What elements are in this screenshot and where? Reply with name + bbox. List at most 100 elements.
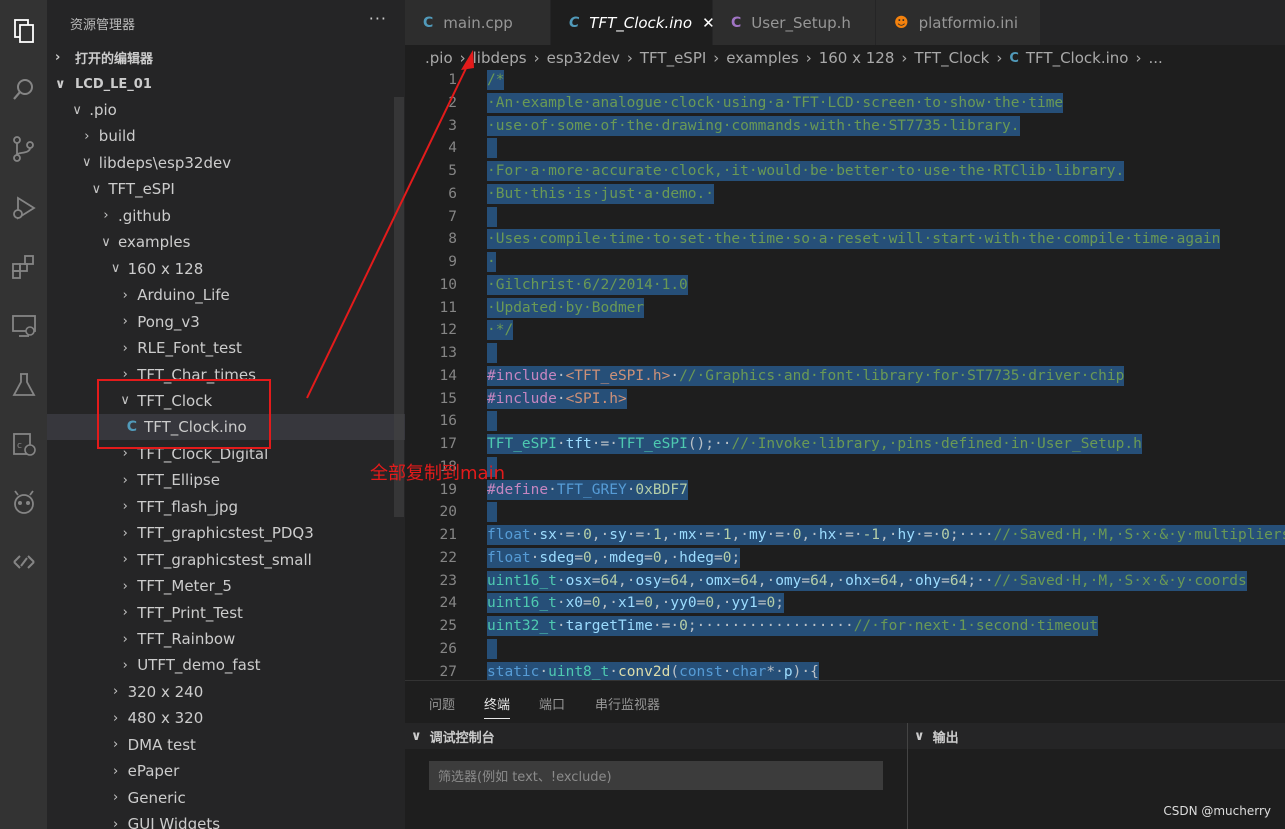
chevron-right-icon: › bbox=[122, 287, 128, 303]
line-number: 6 bbox=[448, 185, 457, 202]
search-icon[interactable] bbox=[0, 65, 47, 115]
tree-folder-item[interactable]: ∨ libdeps\esp32dev bbox=[47, 150, 405, 176]
cpp-file-icon: C bbox=[126, 419, 138, 436]
code-line: #include·<SPI.h> bbox=[487, 388, 627, 409]
line-number: 20 bbox=[439, 504, 457, 521]
tab-user-setup-h[interactable]: C User_Setup.h bbox=[713, 0, 875, 45]
tree-folder-item[interactable]: › TFT_Rainbow bbox=[47, 626, 405, 652]
more-actions-icon[interactable]: ··· bbox=[369, 9, 387, 28]
breadcrumb-item[interactable]: libdeps bbox=[473, 49, 527, 67]
chevron-down-icon: ∨ bbox=[101, 234, 111, 250]
tree-folder-item[interactable]: › TFT_Print_Test bbox=[47, 600, 405, 626]
cpp-map-icon[interactable]: c bbox=[0, 419, 47, 469]
tree-item-label: TFT_eSPI bbox=[108, 180, 175, 199]
tree-folder-item[interactable]: › build bbox=[47, 123, 405, 149]
tree-folder-item[interactable]: ∨ 160 x 128 bbox=[47, 256, 405, 282]
code-line: float·sx·=·0,·sy·=·1,·mx·=·1,·my·=·0,·hx… bbox=[487, 525, 1285, 545]
tree-folder-item[interactable]: ∨ TFT_eSPI bbox=[47, 176, 405, 202]
tree-folder-item[interactable]: › Pong_v3 bbox=[47, 309, 405, 335]
panel-divider[interactable] bbox=[907, 723, 908, 829]
output-header[interactable]: ∨ 输出 bbox=[908, 723, 1285, 749]
code-line: /* bbox=[487, 70, 505, 90]
tree-folder-item[interactable]: › TFT_Clock_Digital bbox=[47, 441, 405, 467]
tree-folder-item[interactable]: › .github bbox=[47, 203, 405, 229]
tab-tft-clock-ino[interactable]: C TFT_Clock.ino ✕ bbox=[551, 0, 715, 45]
tree-folder-item[interactable]: › GUI Widgets bbox=[47, 811, 405, 829]
filter-input[interactable]: 筛选器(例如 text、!exclude) bbox=[429, 761, 883, 790]
tree-folder-item[interactable]: ∨ examples bbox=[47, 229, 405, 255]
tree-item-label: TFT_graphicstest_PDQ3 bbox=[137, 524, 314, 543]
open-editors-section[interactable]: › 打开的编辑器 bbox=[47, 44, 405, 70]
breadcrumb-item[interactable]: examples bbox=[726, 49, 798, 67]
tree-folder-item[interactable]: › TFT_flash_jpg bbox=[47, 494, 405, 520]
tree-folder-item[interactable]: ∨ TFT_Clock bbox=[47, 388, 405, 414]
code-editor[interactable]: 1 /* 2 ·An·example·analogue·clock·using·a·T… bbox=[405, 70, 1285, 680]
tree-folder-item[interactable]: › Arduino_Life bbox=[47, 282, 405, 308]
code-line: uint32_t·targetTime·=·0;················… bbox=[487, 616, 1099, 636]
tab-platformio-ini[interactable]: ☻ platformio.ini bbox=[876, 0, 1040, 45]
breadcrumb-item[interactable]: .pio bbox=[425, 49, 453, 67]
code-line: ·For·a·more·accurate·clock,·it·would·be·… bbox=[487, 161, 1125, 181]
tree-item-label: .github bbox=[118, 206, 171, 225]
tree-folder-item[interactable]: › TFT_graphicstest_PDQ3 bbox=[47, 520, 405, 546]
tree-item-label: examples bbox=[118, 233, 191, 252]
code-line: ·*/ bbox=[487, 320, 514, 341]
svg-text:c: c bbox=[17, 441, 22, 451]
code-line: ·Uses·compile·time·to·set·the·time·so·a·… bbox=[487, 229, 1221, 250]
tab-serial-monitor[interactable]: 串行监视器 bbox=[595, 694, 660, 713]
tab-main-cpp[interactable]: Cmain.cpp bbox=[405, 0, 550, 45]
breadcrumb-item[interactable]: TFT_eSPI bbox=[640, 49, 706, 67]
chevron-right-icon: › bbox=[805, 49, 812, 67]
breadcrumb-item[interactable]: TFT_Clock.ino bbox=[1026, 49, 1129, 67]
line-number: 22 bbox=[439, 549, 457, 566]
remote-explorer-icon[interactable] bbox=[0, 301, 47, 351]
tree-item-label: TFT_Clock.ino bbox=[144, 418, 247, 437]
breadcrumb-item[interactable]: ... bbox=[1148, 49, 1162, 67]
workspace-section[interactable]: ∨ LCD_LE_01 bbox=[47, 71, 405, 97]
tab-ports[interactable]: 端口 bbox=[539, 694, 565, 713]
line-number: 5 bbox=[448, 163, 457, 179]
tree-folder-item[interactable]: › TFT_Meter_5 bbox=[47, 573, 405, 599]
tab-terminal[interactable]: 终端 bbox=[484, 694, 511, 719]
tree-folder-item[interactable]: › DMA test bbox=[47, 732, 405, 758]
line-number: 15 bbox=[439, 390, 457, 407]
line-number: 2 bbox=[448, 94, 457, 111]
explorer-icon[interactable] bbox=[0, 6, 47, 56]
line-number: 23 bbox=[439, 572, 457, 589]
chevron-right-icon: › bbox=[112, 763, 119, 779]
chevron-right-icon: › bbox=[122, 552, 128, 568]
platformio-icon[interactable] bbox=[0, 478, 47, 528]
code-line: ·An·example·analogue·clock·using·a·TFT·L… bbox=[487, 92, 1064, 113]
run-debug-icon[interactable] bbox=[0, 183, 47, 233]
tree-item-label: 320 x 240 bbox=[127, 682, 204, 701]
tree-item-label: DMA test bbox=[127, 735, 196, 754]
sidebar-scrollbar[interactable] bbox=[394, 97, 404, 517]
code-line bbox=[487, 206, 497, 227]
line-number: 11 bbox=[439, 299, 457, 316]
testing-icon[interactable] bbox=[0, 360, 47, 410]
tree-folder-item[interactable]: › TFT_graphicstest_small bbox=[47, 547, 405, 573]
breadcrumb-item[interactable]: esp32dev bbox=[547, 49, 620, 67]
breadcrumb-item[interactable]: TFT_Clock bbox=[914, 49, 989, 67]
line-number: 9 bbox=[448, 254, 457, 270]
source-control-icon[interactable] bbox=[0, 124, 47, 174]
line-number: 14 bbox=[439, 367, 457, 384]
tree-folder-item[interactable]: › RLE_Font_test bbox=[47, 335, 405, 361]
debug-console-header[interactable]: ∨ 调试控制台 bbox=[405, 723, 907, 749]
breadcrumb-item[interactable]: 160 x 128 bbox=[819, 49, 895, 67]
tree-file-item[interactable]: C TFT_Clock.ino bbox=[47, 414, 405, 441]
chevron-right-icon: › bbox=[713, 49, 720, 67]
tree-folder-item[interactable]: › Generic bbox=[47, 785, 405, 811]
tree-folder-item[interactable]: › TFT_Char_times bbox=[47, 362, 405, 388]
tree-folder-item[interactable]: › TFT_Ellipse bbox=[47, 467, 405, 493]
tree-folder-item[interactable]: › 320 x 240 bbox=[47, 679, 405, 705]
tree-folder-item[interactable]: › UTFT_demo_fast bbox=[47, 652, 405, 678]
extensions-icon[interactable] bbox=[0, 242, 47, 292]
tab-problems[interactable]: 问题 bbox=[429, 694, 455, 713]
tree-folder-item[interactable]: › 480 x 320 bbox=[47, 705, 405, 731]
tree-folder-item[interactable]: › ePaper bbox=[47, 758, 405, 784]
live-share-icon[interactable] bbox=[0, 537, 47, 587]
tree-folder-item[interactable]: ∨ .pio bbox=[47, 97, 405, 123]
code-line: uint16_t·x0=0,·x1=0,·yy0=0,·yy1=0; bbox=[487, 593, 784, 614]
code-line: #define·TFT_GREY·0xBDF7 bbox=[487, 479, 688, 500]
